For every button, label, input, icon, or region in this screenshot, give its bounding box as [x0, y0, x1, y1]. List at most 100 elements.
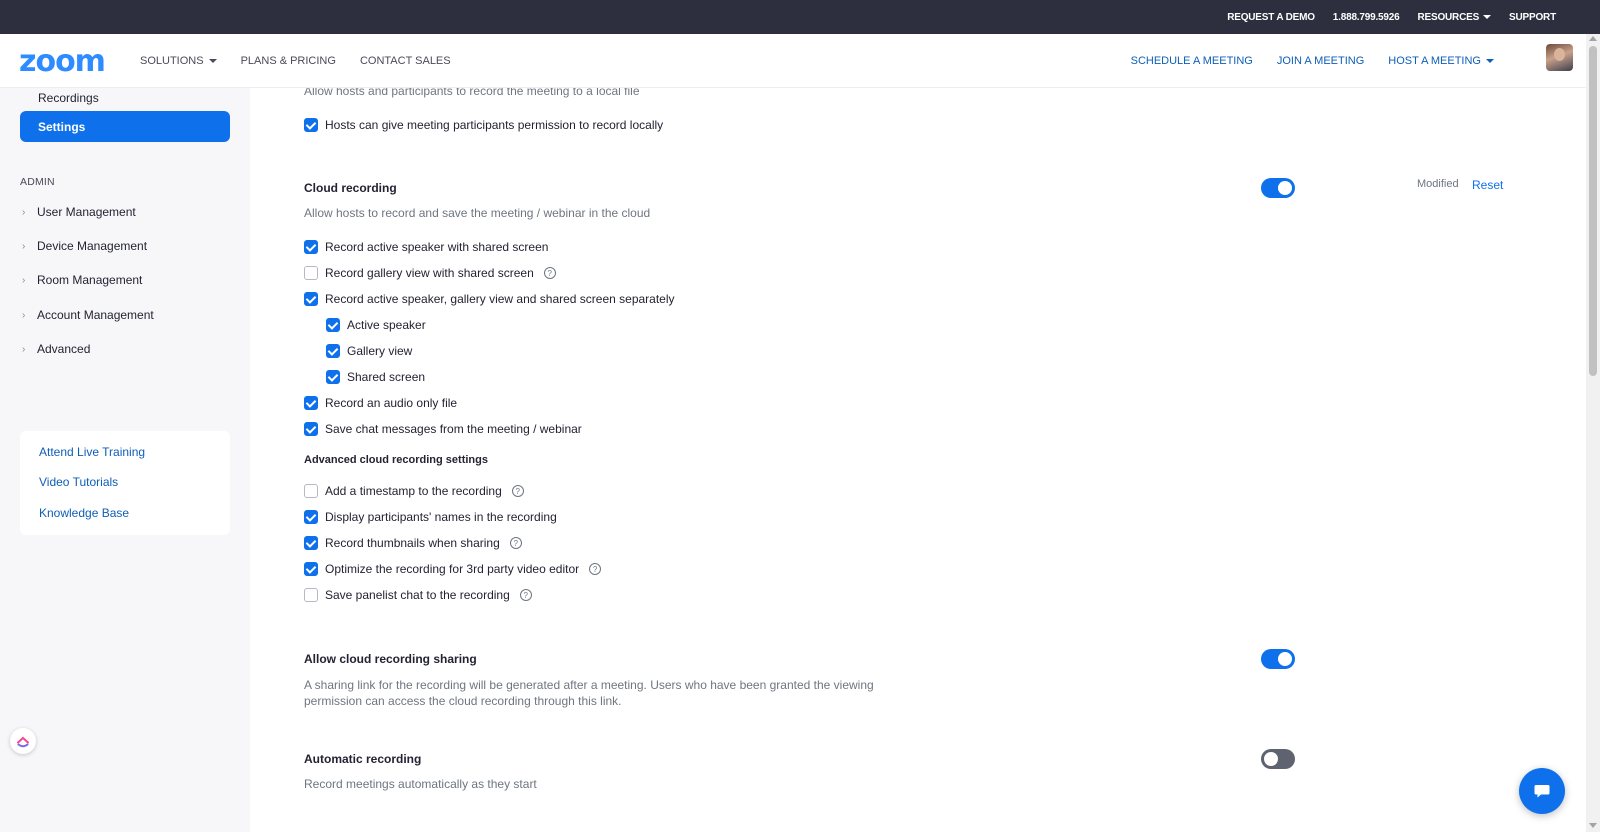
video-tutorials-link[interactable]: Video Tutorials — [39, 475, 118, 489]
local-permission-option[interactable]: Hosts can give meeting participants perm… — [304, 118, 663, 132]
cloud-option-save-chat[interactable]: Save chat messages from the meeting / we… — [304, 422, 582, 436]
join-meeting-link[interactable]: JOIN A MEETING — [1277, 55, 1364, 67]
option-label: Record active speaker, gallery view and … — [325, 292, 675, 306]
cloud-option-audio-only[interactable]: Record an audio only file — [304, 396, 457, 410]
cloud-recording-title: Cloud recording — [304, 181, 397, 195]
sidebar-item-user-management[interactable]: › User Management — [22, 205, 136, 219]
solutions-label: SOLUTIONS — [140, 55, 204, 67]
checkbox-checked[interactable] — [304, 562, 318, 576]
nav-right-links: SCHEDULE A MEETING JOIN A MEETING HOST A… — [1131, 34, 1494, 88]
scrollbar-thumb[interactable] — [1589, 46, 1597, 376]
sidebar-item-advanced[interactable]: › Advanced — [22, 342, 90, 356]
question-circle-icon[interactable]: ? — [589, 563, 602, 575]
option-label: Add a timestamp to the recording — [325, 484, 502, 498]
contact-sales-link[interactable]: CONTACT SALES — [360, 55, 451, 67]
option-label: Record thumbnails when sharing — [325, 536, 500, 550]
chat-support-button[interactable] — [1519, 768, 1565, 814]
adv-option-participant-names[interactable]: Display participants' names in the recor… — [304, 510, 557, 524]
resources-label: RESOURCES — [1417, 11, 1480, 23]
cloud-suboption-shared-screen[interactable]: Shared screen — [326, 370, 425, 384]
knowledge-base-link[interactable]: Knowledge Base — [39, 506, 129, 520]
host-meeting-menu[interactable]: HOST A MEETING — [1388, 55, 1494, 67]
option-label: Display participants' names in the recor… — [325, 510, 557, 524]
adv-option-panelist-chat[interactable]: Save panelist chat to the recording ? — [304, 588, 532, 602]
sidebar-item-account-management[interactable]: › Account Management — [22, 308, 154, 322]
question-circle-icon[interactable]: ? — [511, 485, 524, 497]
cloud-option-separately[interactable]: Record active speaker, gallery view and … — [304, 292, 675, 306]
main-navigation: zoom SOLUTIONS PLANS & PRICING CONTACT S… — [0, 34, 1586, 88]
question-circle-icon[interactable]: ? — [543, 267, 556, 279]
checkbox-checked[interactable] — [304, 118, 318, 132]
option-label: Optimize the recording for 3rd party vid… — [325, 562, 580, 576]
question-circle-icon[interactable]: ? — [519, 589, 532, 601]
attend-live-training-link[interactable]: Attend Live Training — [39, 445, 145, 459]
cloud-sharing-description-line2: permission can access the cloud recordin… — [304, 694, 622, 708]
checkbox-checked[interactable] — [326, 370, 340, 384]
settings-content: Allow hosts and participants to record t… — [250, 84, 1586, 832]
cloud-sharing-title: Allow cloud recording sharing — [304, 652, 477, 666]
option-label: Save chat messages from the meeting / we… — [325, 422, 582, 436]
phone-link[interactable]: 1.888.799.5926 — [1333, 12, 1400, 23]
scroll-up-arrow-icon[interactable] — [1589, 36, 1597, 41]
checkbox-unchecked[interactable] — [304, 266, 318, 280]
automatic-recording-title: Automatic recording — [304, 752, 422, 766]
admin-section-label: ADMIN — [20, 176, 55, 188]
chevron-down-icon — [1483, 15, 1492, 19]
solutions-menu[interactable]: SOLUTIONS — [140, 55, 217, 67]
checkbox-checked[interactable] — [326, 318, 340, 332]
sidebar-item-label: Device Management — [37, 239, 148, 253]
chevron-down-icon — [1486, 59, 1494, 63]
resources-menu[interactable]: RESOURCES — [1418, 12, 1492, 23]
support-link[interactable]: SUPPORT — [1509, 12, 1556, 23]
cloud-suboption-gallery-view[interactable]: Gallery view — [326, 344, 412, 358]
chevron-right-icon: › — [22, 274, 26, 286]
clickup-logo-icon[interactable] — [10, 728, 36, 754]
utility-links: REQUEST A DEMO 1.888.799.5926 RESOURCES … — [1227, 0, 1556, 34]
help-links-box: Attend Live Training Video Tutorials Kno… — [20, 431, 230, 535]
scroll-down-arrow-icon[interactable] — [1589, 823, 1597, 828]
option-label: Record an audio only file — [325, 396, 458, 410]
modified-label: Modified — [1417, 178, 1459, 190]
option-label: Shared screen — [347, 370, 426, 384]
cloud-recording-toggle[interactable] — [1261, 178, 1295, 198]
checkbox-checked[interactable] — [304, 536, 318, 550]
checkbox-checked[interactable] — [326, 344, 340, 358]
automatic-recording-toggle[interactable] — [1261, 749, 1295, 769]
adv-option-timestamp[interactable]: Add a timestamp to the recording ? — [304, 484, 524, 498]
schedule-meeting-link[interactable]: SCHEDULE A MEETING — [1131, 55, 1253, 67]
toggle-knob — [1278, 652, 1292, 666]
sidebar-item-recordings[interactable]: Recordings — [38, 91, 99, 105]
cloud-option-gallery-shared[interactable]: Record gallery view with shared screen ? — [304, 266, 556, 280]
question-circle-icon[interactable]: ? — [509, 537, 522, 549]
checkbox-checked[interactable] — [304, 422, 318, 436]
plans-pricing-link[interactable]: PLANS & PRICING — [241, 55, 336, 67]
sidebar-item-settings[interactable]: Settings — [20, 111, 230, 142]
zoom-logo[interactable]: zoom — [19, 44, 106, 79]
option-label: Record active speaker with shared screen — [325, 240, 549, 254]
sidebar-item-room-management[interactable]: › Room Management — [22, 273, 142, 287]
sidebar-item-device-management[interactable]: › Device Management — [22, 239, 147, 253]
adv-option-thumbnails[interactable]: Record thumbnails when sharing ? — [304, 536, 522, 550]
avatar[interactable] — [1546, 44, 1573, 71]
cloud-suboption-active-speaker[interactable]: Active speaker — [326, 318, 426, 332]
sidebar-item-label: Advanced — [37, 342, 91, 356]
cloud-sharing-toggle[interactable] — [1261, 649, 1295, 669]
adv-option-3rd-party-editor[interactable]: Optimize the recording for 3rd party vid… — [304, 562, 602, 576]
reset-link[interactable]: Reset — [1472, 178, 1503, 192]
sidebar-item-label: User Management — [37, 205, 136, 219]
checkbox-unchecked[interactable] — [304, 588, 318, 602]
advanced-cloud-settings-title: Advanced cloud recording settings — [304, 454, 488, 466]
option-label: Hosts can give meeting participants perm… — [325, 118, 664, 132]
checkbox-checked[interactable] — [304, 510, 318, 524]
host-meeting-label: HOST A MEETING — [1388, 55, 1481, 67]
checkbox-checked[interactable] — [304, 396, 318, 410]
checkbox-checked[interactable] — [304, 292, 318, 306]
cloud-sharing-description-line1: A sharing link for the recording will be… — [304, 678, 874, 692]
cloud-option-active-speaker-shared[interactable]: Record active speaker with shared screen — [304, 240, 548, 254]
page-scrollbar[interactable] — [1586, 34, 1600, 832]
chat-bubble-icon — [1534, 785, 1550, 798]
option-label: Save panelist chat to the recording — [325, 588, 510, 602]
checkbox-unchecked[interactable] — [304, 484, 318, 498]
checkbox-checked[interactable] — [304, 240, 318, 254]
request-demo-link[interactable]: REQUEST A DEMO — [1227, 12, 1315, 23]
